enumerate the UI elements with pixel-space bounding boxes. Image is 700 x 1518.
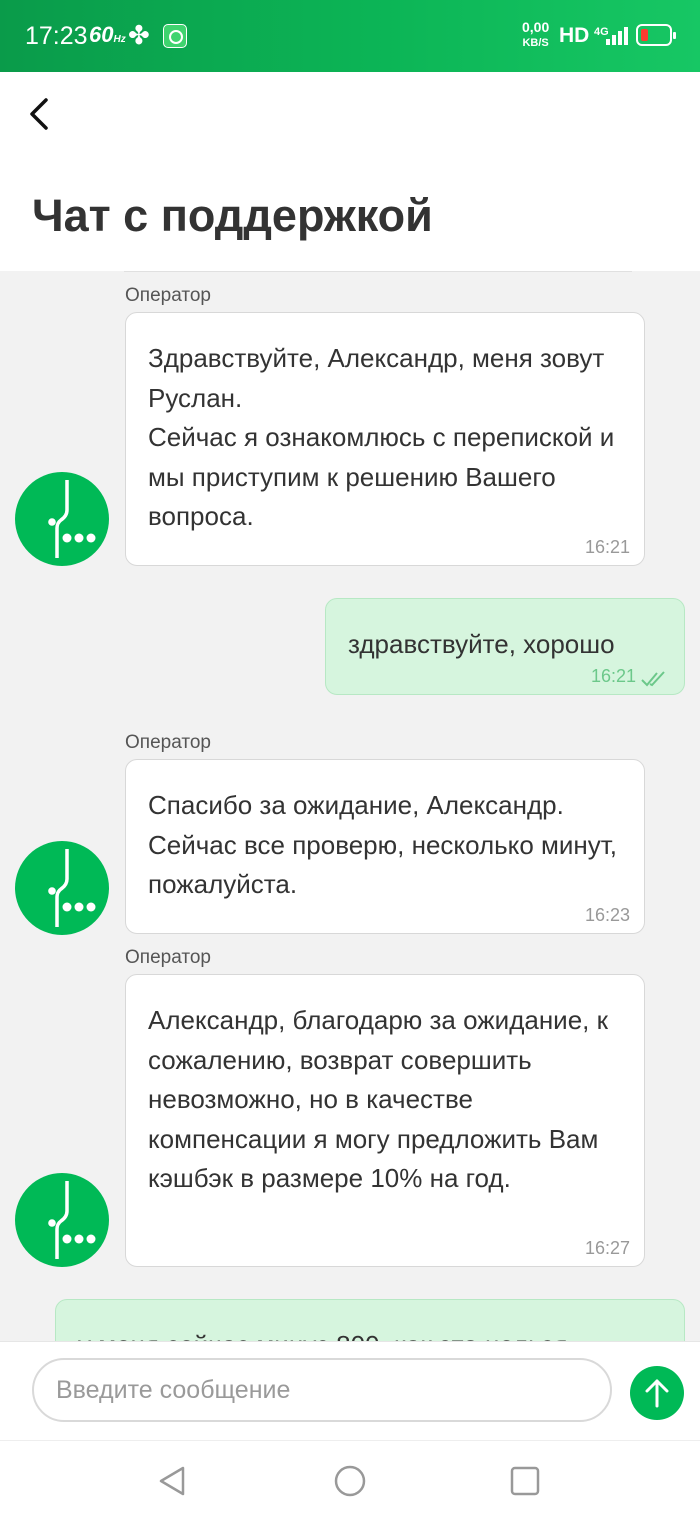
message-time: 16:21 (590, 666, 636, 686)
message-text: Спасибо за ожидание, Александр. Сейчас в… (148, 790, 618, 899)
message-text: здравствуйте, хорошо (348, 629, 615, 659)
send-button[interactable] (630, 1366, 684, 1420)
sender-label: Оператор (125, 285, 211, 306)
message-text: Здравствуйте, Александр, меня зовут Русл… (148, 343, 615, 531)
double-check-icon (641, 671, 665, 687)
status-bar: 17:23 60Hz ✤ 0,00 KB/S HD 4G (0, 0, 700, 72)
operator-message: Здравствуйте, Александр, меня зовут Русл… (125, 312, 645, 566)
message-time: 16:21 (584, 537, 630, 557)
divider (124, 271, 632, 272)
sender-label: Оператор (125, 947, 211, 968)
whatsapp-icon (163, 24, 187, 48)
battery-icon (636, 24, 676, 46)
hd-badge: HD (559, 24, 590, 47)
signal-icon (606, 27, 628, 45)
message-text: Александр, благодарю за ожидание, к сожа… (148, 1005, 608, 1193)
nav-back-icon[interactable] (155, 1463, 191, 1499)
back-arrow-icon[interactable] (22, 96, 58, 132)
message-time: 16:27 (584, 1238, 630, 1258)
nav-recents-icon[interactable] (507, 1463, 543, 1499)
sender-label: Оператор (125, 732, 211, 753)
net-speed: 0,00 KB/S (522, 19, 550, 49)
refresh-rate: 60Hz (89, 22, 126, 47)
page-title: Чат с поддержкой (32, 190, 433, 241)
operator-avatar-icon (15, 1173, 109, 1267)
operator-avatar-icon (15, 841, 109, 935)
header: Чат с поддержкой (0, 72, 700, 271)
send-arrow-icon (645, 1379, 669, 1408)
message-input[interactable] (32, 1358, 612, 1422)
status-time: 17:23 (25, 22, 88, 50)
operator-avatar-icon (15, 472, 109, 566)
fan-icon: ✤ (128, 20, 150, 50)
message-input-bar (0, 1341, 700, 1441)
operator-message: Спасибо за ожидание, Александр. Сейчас в… (125, 759, 645, 934)
message-time: 16:23 (584, 905, 630, 925)
operator-message: Александр, благодарю за ожидание, к сожа… (125, 974, 645, 1267)
nav-home-icon[interactable] (332, 1463, 368, 1499)
system-nav-bar (0, 1440, 700, 1518)
user-message: здравствуйте, хорошо 16:21 (325, 598, 685, 695)
